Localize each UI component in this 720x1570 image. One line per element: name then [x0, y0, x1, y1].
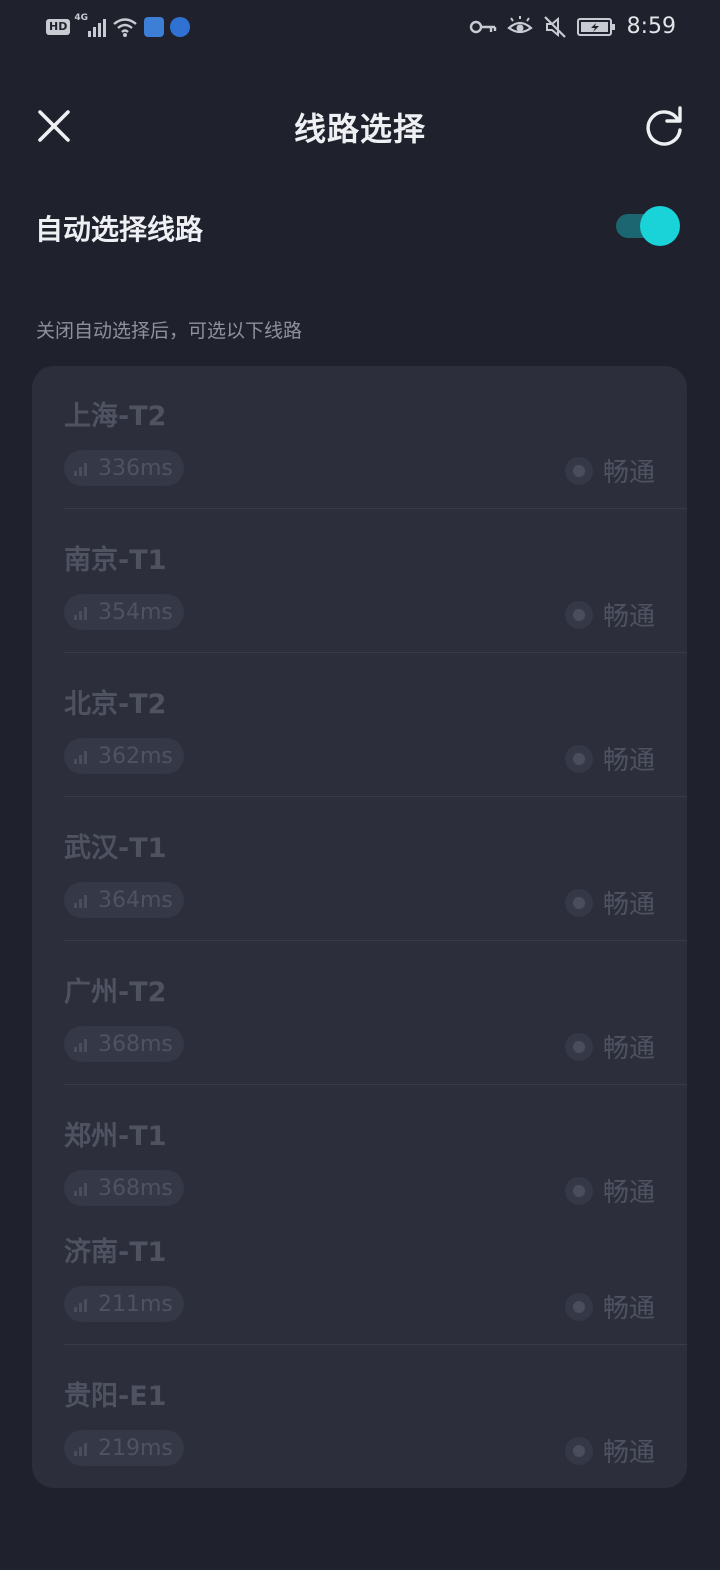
latency-badge: 362ms: [64, 738, 184, 774]
signal-strength-icon: [74, 1296, 92, 1312]
line-item[interactable]: 武汉-T1 364ms 畅通: [32, 798, 687, 938]
latency-badge: 354ms: [64, 594, 184, 630]
latency-value: 362ms: [98, 743, 173, 769]
line-item[interactable]: 济南-T1 211ms 畅通: [32, 1202, 687, 1342]
line-name: 上海-T2: [64, 401, 167, 432]
status-text: 畅通: [602, 1294, 655, 1324]
line-name: 南京-T1: [64, 545, 167, 576]
line-status: 畅通: [564, 452, 655, 489]
line-name: 贵阳-E1: [64, 1381, 167, 1412]
globe-notification-icon: [170, 17, 191, 37]
latency-badge: 364ms: [64, 882, 184, 918]
line-name: 武汉-T1: [64, 833, 167, 864]
vpn-key-icon: [469, 20, 496, 33]
line-name: 郑州-T1: [64, 1121, 167, 1152]
latency-value: 368ms: [98, 1175, 173, 1201]
latency-value: 336ms: [98, 455, 173, 481]
latency-value: 354ms: [98, 599, 173, 625]
signal-strength-icon: [74, 460, 92, 476]
radio-select-icon: [564, 1292, 593, 1321]
line-status: 畅通: [564, 596, 655, 633]
latency-badge: 211ms: [64, 1286, 184, 1322]
line-status: 畅通: [564, 1432, 655, 1469]
page-title: 线路选择: [293, 110, 426, 148]
signal-strength-icon: [74, 1180, 92, 1196]
line-name: 北京-T2: [64, 689, 167, 720]
signal-strength-icon: [74, 892, 92, 908]
status-bar-right: 8:59: [469, 14, 676, 39]
radio-select-icon: [564, 1436, 593, 1465]
signal-strength-icon: [74, 1440, 92, 1456]
line-item[interactable]: 北京-T2 362ms 畅通: [32, 654, 687, 794]
divider: [64, 1084, 687, 1085]
status-bar-left: HD 4G: [46, 13, 191, 38]
radio-select-icon: [564, 600, 593, 629]
status-bar: HD 4G 8:59: [0, 0, 720, 56]
radio-select-icon: [564, 888, 593, 917]
signal-strength-icon: [74, 604, 92, 620]
latency-value: 219ms: [98, 1435, 173, 1461]
hd-icon: HD: [46, 19, 71, 35]
line-status: 畅通: [564, 1028, 655, 1065]
toggle-knob: [640, 206, 680, 246]
cellular-signal-icon: 4G: [74, 13, 107, 37]
latency-value: 211ms: [98, 1291, 173, 1317]
divider: [64, 652, 687, 653]
line-item[interactable]: 广州-T2 368ms 畅通: [32, 942, 687, 1082]
auto-select-row: 自动选择线路: [0, 196, 720, 260]
line-status: 畅通: [564, 740, 655, 777]
divider: [64, 508, 687, 509]
latency-badge: 336ms: [64, 450, 184, 486]
status-text: 畅通: [602, 1438, 655, 1468]
signal-strength-icon: [74, 748, 92, 764]
latency-badge: 368ms: [64, 1026, 184, 1062]
latency-badge: 368ms: [64, 1170, 184, 1206]
status-text: 畅通: [602, 1034, 655, 1064]
status-text: 畅通: [602, 602, 655, 632]
hint-text: 关闭自动选择后，可选以下线路: [36, 320, 303, 342]
status-text: 畅通: [602, 746, 655, 776]
radio-select-icon: [564, 744, 593, 773]
line-status: 畅通: [564, 1288, 655, 1325]
divider: [64, 1344, 687, 1345]
line-name: 济南-T1: [64, 1237, 167, 1268]
line-item[interactable]: 贵阳-E1 219ms 畅通: [32, 1346, 687, 1486]
refresh-button[interactable]: [642, 104, 686, 148]
line-status: 畅通: [564, 884, 655, 921]
status-text: 畅通: [602, 458, 655, 488]
line-list-card: 上海-T2 336ms 畅通 南京-T1 354ms 畅通 北京-T2 362ms 畅通 武汉-T…: [32, 366, 687, 1488]
line-item[interactable]: 南京-T1 354ms 畅通: [32, 510, 687, 650]
divider: [64, 940, 687, 941]
radio-select-icon: [564, 456, 593, 485]
radio-select-icon: [564, 1032, 593, 1061]
auto-select-toggle[interactable]: [614, 206, 680, 246]
app-notification-icon: [144, 17, 165, 37]
line-item[interactable]: 上海-T2 336ms 畅通: [32, 366, 687, 506]
header: 线路选择: [0, 80, 720, 170]
status-time: 8:59: [626, 14, 676, 39]
wifi-icon: [113, 18, 138, 37]
latency-value: 364ms: [98, 887, 173, 913]
refresh-icon: [646, 106, 682, 146]
latency-value: 368ms: [98, 1031, 173, 1057]
divider: [64, 796, 687, 797]
network-type-label: 4G: [74, 13, 88, 23]
latency-badge: 219ms: [64, 1430, 184, 1466]
status-text: 畅通: [602, 890, 655, 920]
eye-comfort-icon: [506, 15, 533, 33]
battery-charging-icon: [576, 17, 615, 36]
line-name: 广州-T2: [64, 977, 167, 1008]
mute-icon: [543, 15, 566, 38]
auto-select-label: 自动选择线路: [35, 213, 204, 246]
signal-strength-icon: [74, 1036, 92, 1052]
radio-select-icon: [564, 1176, 593, 1205]
